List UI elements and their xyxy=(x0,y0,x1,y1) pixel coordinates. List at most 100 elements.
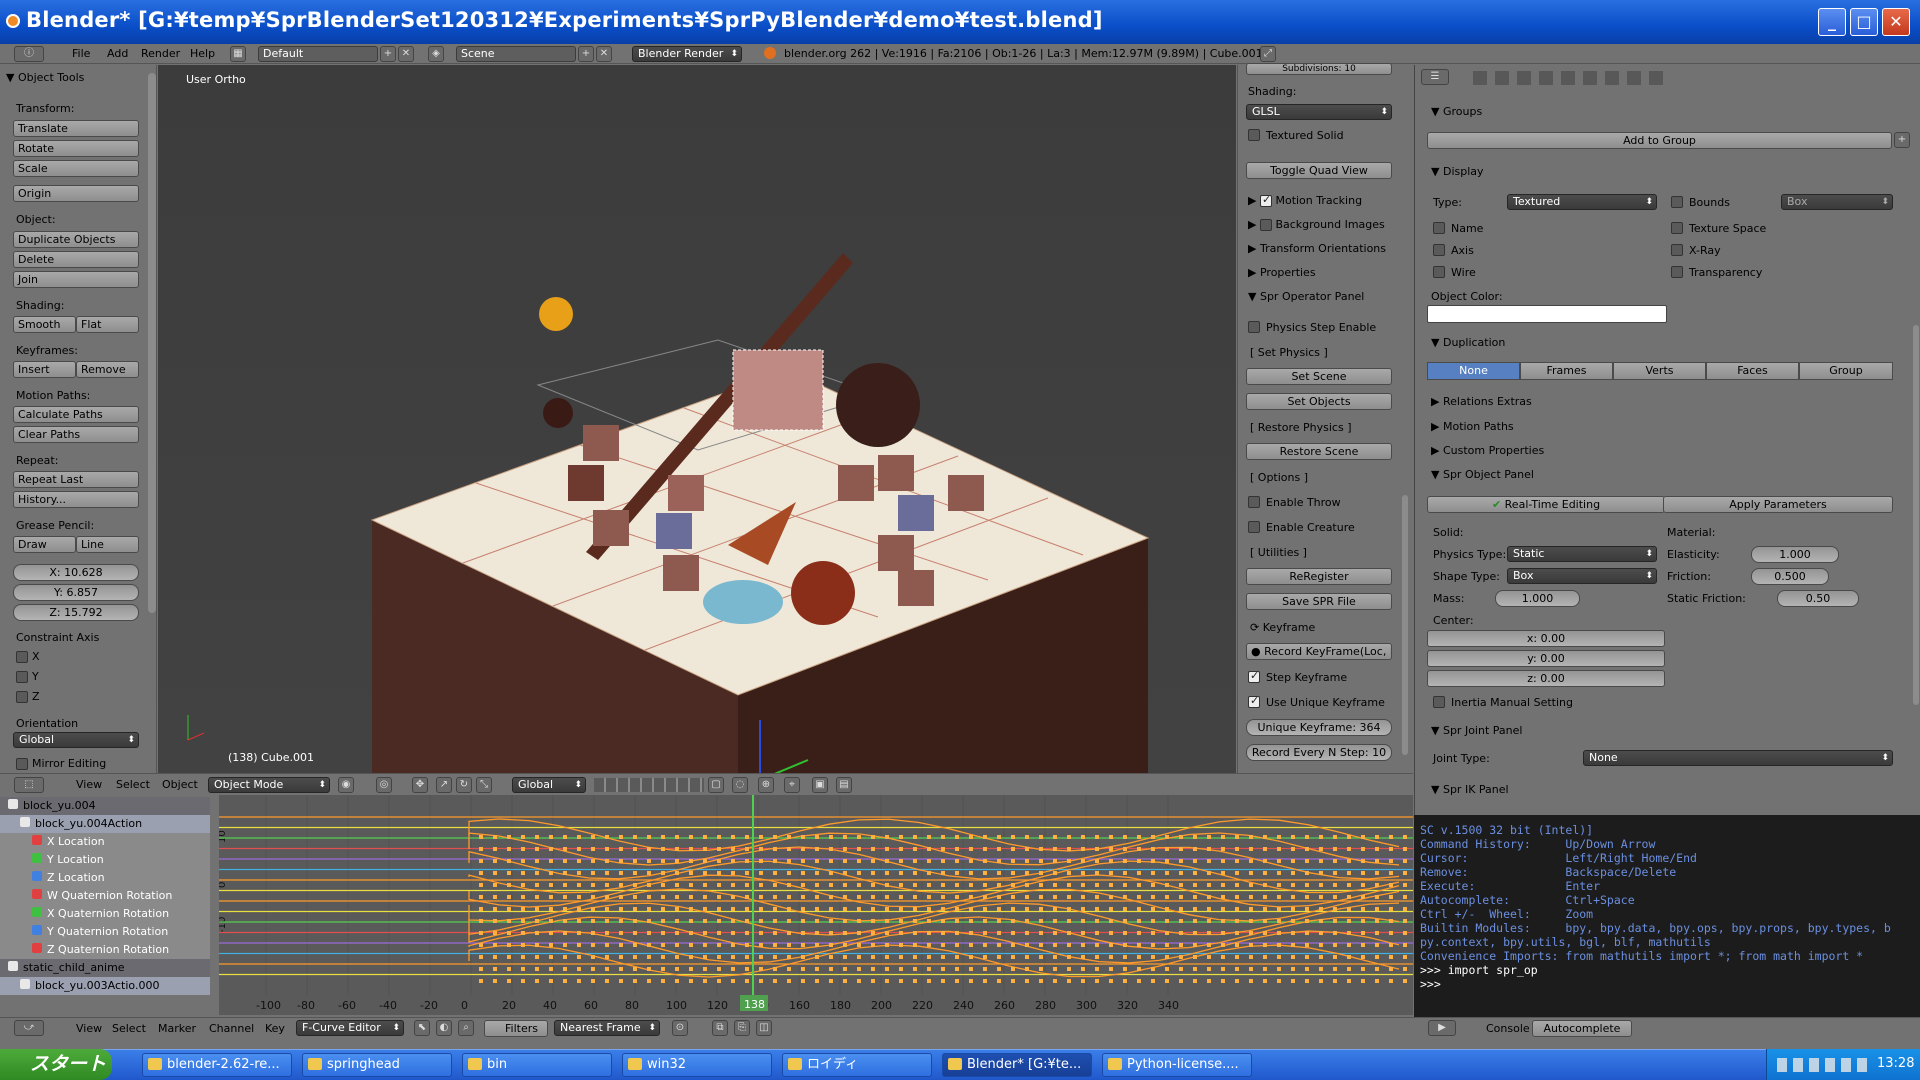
task-bin[interactable]: bin xyxy=(462,1053,612,1077)
editor-type-icon[interactable]: ☰ xyxy=(1421,69,1449,85)
select-menu[interactable]: Select xyxy=(116,778,150,791)
object-menu[interactable]: Object xyxy=(162,778,198,791)
graph-canvas[interactable]: -100-80-60-40-20020406080100120140160180… xyxy=(217,795,1413,1015)
maximize-button[interactable]: □ xyxy=(1850,8,1878,36)
spr-ik-section[interactable]: ▼ Spr IK Panel xyxy=(1431,783,1509,796)
scale-manipulator-icon[interactable]: ⤡ xyxy=(476,777,492,793)
calculate-paths-button[interactable]: Calculate Paths xyxy=(13,406,139,423)
name-checkbox[interactable] xyxy=(1433,222,1445,234)
unique-keyframe-field[interactable]: Unique Keyframe: 364 xyxy=(1246,719,1392,736)
proportional-edit-icon[interactable]: ◌ xyxy=(732,777,748,793)
channel-row[interactable]: X Location xyxy=(0,833,210,851)
view-menu[interactable]: View xyxy=(76,778,102,791)
task-python-license[interactable]: Python-license.... xyxy=(1102,1053,1252,1077)
task-win32[interactable]: win32 xyxy=(622,1053,772,1077)
dup-verts-tab[interactable]: Verts xyxy=(1613,362,1706,380)
editor-type-icon[interactable]: ⤻ xyxy=(14,1020,44,1036)
render-anim-icon[interactable]: ▤ xyxy=(836,777,852,793)
editor-type-icon[interactable]: ⓘ xyxy=(14,46,44,62)
set-objects-button[interactable]: Set Objects xyxy=(1246,393,1392,410)
save-spr-file-button[interactable]: Save SPR File xyxy=(1246,593,1392,610)
restore-scene-button[interactable]: Restore Scene xyxy=(1246,443,1392,460)
channel-color-swatch[interactable] xyxy=(20,979,30,989)
add-scene-icon[interactable]: + xyxy=(578,46,594,62)
channel-color-swatch[interactable] xyxy=(32,835,42,845)
search-icon[interactable]: ⌕ xyxy=(458,1020,474,1036)
channel-color-swatch[interactable] xyxy=(8,961,18,971)
dup-frames-tab[interactable]: Frames xyxy=(1520,362,1613,380)
channel-row[interactable]: Z Location xyxy=(0,869,210,887)
motion-paths-section[interactable]: ▶ Motion Paths xyxy=(1431,420,1514,433)
console-editor-type-icon[interactable]: ▶ xyxy=(1428,1020,1456,1036)
record-every-field[interactable]: Record Every N Step: 10 xyxy=(1246,744,1392,761)
add-to-group-button[interactable]: Add to Group xyxy=(1427,132,1892,149)
scale-button[interactable]: Scale xyxy=(13,160,139,177)
bounds-checkbox[interactable] xyxy=(1671,196,1683,208)
layers-grid[interactable] xyxy=(594,778,704,792)
orientation-select[interactable]: Global xyxy=(13,732,139,748)
clear-paths-button[interactable]: Clear Paths xyxy=(13,426,139,443)
relations-section[interactable]: ▶ Relations Extras xyxy=(1431,395,1532,408)
channel-color-swatch[interactable] xyxy=(32,853,42,863)
ghost-curves-icon[interactable]: ◫ xyxy=(756,1020,772,1036)
minimize-button[interactable]: _ xyxy=(1818,8,1846,36)
step-keyframe-checkbox[interactable] xyxy=(1248,669,1260,683)
channel-color-swatch[interactable] xyxy=(32,943,42,953)
static-friction-field[interactable]: 0.50 xyxy=(1777,590,1859,607)
xray-checkbox[interactable] xyxy=(1671,244,1683,256)
friction-field[interactable]: 0.500 xyxy=(1751,568,1829,585)
task-blender-window[interactable]: Blender* [G:¥te... xyxy=(942,1053,1092,1077)
remove-keyframe-button[interactable]: Remove xyxy=(76,361,139,378)
channel-row[interactable]: static_child_anime xyxy=(0,959,210,977)
menu-render[interactable]: Render xyxy=(141,47,180,60)
remove-screen-icon[interactable]: ✕ xyxy=(398,46,414,62)
channel-color-swatch[interactable] xyxy=(32,925,42,935)
pivot-icon[interactable]: ◎ xyxy=(376,777,392,793)
insert-keyframe-button[interactable]: Insert xyxy=(13,361,76,378)
custom-properties-section[interactable]: ▶ Custom Properties xyxy=(1431,444,1544,457)
rotate-manipulator-icon[interactable]: ↻ xyxy=(456,777,472,793)
autocomplete-button[interactable]: Autocomplete xyxy=(1532,1020,1632,1037)
motion-tracking-checkbox[interactable] xyxy=(1259,193,1272,207)
only-selected-icon[interactable]: ⬉ xyxy=(414,1020,430,1036)
auto-snap-select[interactable]: Nearest Frame xyxy=(554,1020,660,1036)
show-hidden-icon[interactable]: ◐ xyxy=(436,1020,452,1036)
unique-keyframe-checkbox[interactable] xyxy=(1248,694,1260,708)
task-blender-archive[interactable]: blender-2.62-re... xyxy=(142,1053,292,1077)
z-value-field[interactable]: Z: 15.792 xyxy=(13,604,139,621)
wire-checkbox[interactable] xyxy=(1433,266,1445,278)
display-section[interactable]: ▼ Display xyxy=(1431,165,1484,178)
graph-mode-select[interactable]: F-Curve Editor xyxy=(296,1020,404,1036)
tool-shelf-scrollbar[interactable] xyxy=(148,73,156,613)
center-z-field[interactable]: z: 0.00 xyxy=(1427,670,1665,687)
fullscreen-icon[interactable]: ⤢ xyxy=(1260,46,1276,62)
key-menu[interactable]: Key xyxy=(265,1022,285,1035)
center-x-field[interactable]: x: 0.00 xyxy=(1427,630,1665,647)
object-tools-header[interactable]: ▼ Object Tools xyxy=(6,71,84,84)
add-screen-icon[interactable]: + xyxy=(380,46,396,62)
translate-button[interactable]: Translate xyxy=(13,120,139,137)
toggle-quad-view-button[interactable]: Toggle Quad View xyxy=(1246,162,1392,179)
menu-file[interactable]: File xyxy=(72,47,90,60)
f-curve-graph[interactable]: -100-80-60-40-20020406080100120140160180… xyxy=(217,795,1413,1015)
menu-add[interactable]: Add xyxy=(107,47,128,60)
physics-step-checkbox[interactable] xyxy=(1248,321,1260,333)
dup-faces-tab[interactable]: Faces xyxy=(1706,362,1799,380)
channel-color-swatch[interactable] xyxy=(20,817,30,827)
history-button[interactable]: History... xyxy=(13,491,139,508)
editor-type-icon[interactable]: ⬚ xyxy=(14,777,44,793)
repeat-last-button[interactable]: Repeat Last xyxy=(13,471,139,488)
scene-render[interactable] xyxy=(158,65,1236,773)
physics-type-select[interactable]: Static xyxy=(1507,546,1657,562)
delete-button[interactable]: Delete xyxy=(13,251,139,268)
marker-menu[interactable]: Marker xyxy=(158,1022,196,1035)
origin-button[interactable]: Origin xyxy=(13,185,139,202)
filters-button[interactable]: Filters xyxy=(484,1020,548,1037)
line-button[interactable]: Line xyxy=(76,536,139,553)
python-console[interactable]: SC v.1500 32 bit (Intel)] Command History… xyxy=(1414,815,1920,1018)
properties-section[interactable]: ▶ Properties xyxy=(1248,266,1316,279)
spr-object-section[interactable]: ▼ Spr Object Panel xyxy=(1431,468,1534,481)
render-engine-select[interactable]: Blender Render xyxy=(632,46,742,62)
inertia-checkbox[interactable] xyxy=(1433,696,1445,708)
channel-row[interactable]: Y Quaternion Rotation xyxy=(0,923,210,941)
